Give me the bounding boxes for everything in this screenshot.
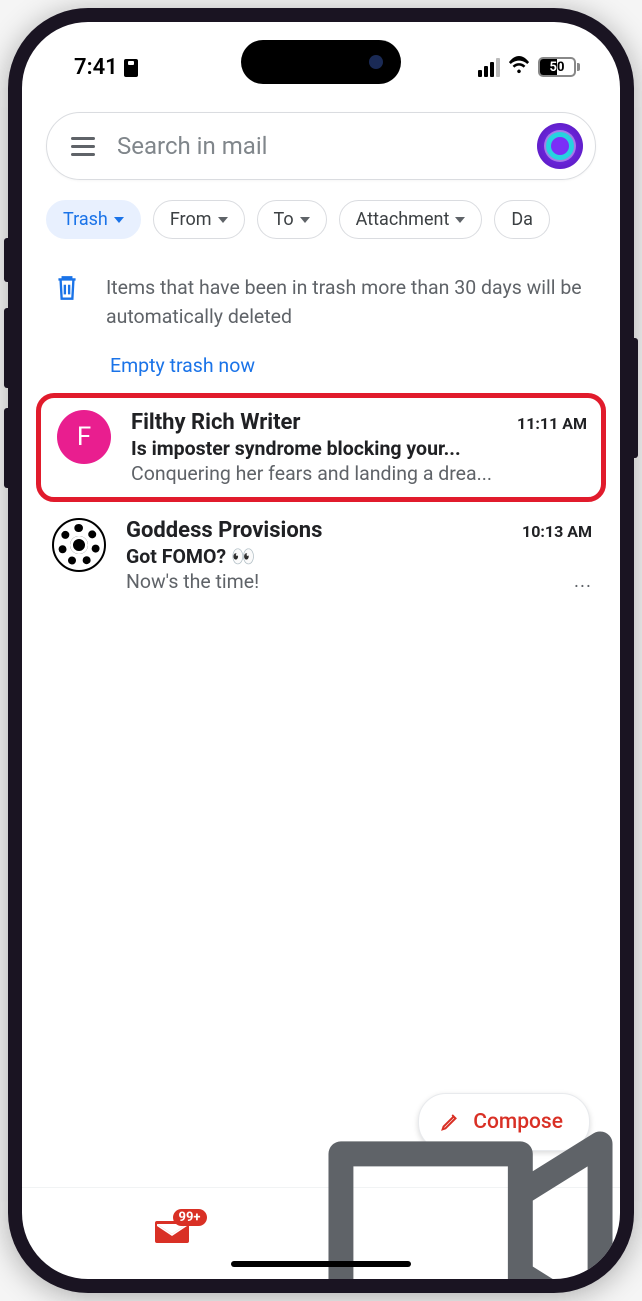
email-row[interactable]: Goddess Provisions 10:13 AM Got FOMO? 👀 … bbox=[22, 504, 620, 607]
email-sender: Goddess Provisions bbox=[126, 518, 322, 543]
unread-badge: 99+ bbox=[173, 1209, 207, 1226]
trash-icon bbox=[54, 273, 80, 303]
screen: 7:41 50 Search in mail bbox=[22, 22, 620, 1279]
wifi-icon bbox=[508, 54, 530, 80]
more-icon[interactable]: ... bbox=[574, 569, 592, 592]
chip-to[interactable]: To bbox=[257, 200, 327, 239]
empty-trash-link[interactable]: Empty trash now bbox=[22, 340, 620, 391]
mail-icon: 99+ bbox=[155, 1219, 189, 1249]
notice-text: Items that have been in trash more than … bbox=[106, 273, 592, 332]
side-button bbox=[4, 408, 8, 488]
status-time: 7:41 bbox=[74, 55, 118, 80]
side-button bbox=[4, 238, 8, 282]
email-time: 11:11 AM bbox=[517, 414, 587, 433]
sim-icon bbox=[124, 59, 138, 77]
email-list: F Filthy Rich Writer 11:11 AM Is imposte… bbox=[22, 391, 620, 1188]
side-button bbox=[4, 308, 8, 388]
battery-icon: 50 bbox=[538, 57, 580, 77]
chip-date[interactable]: Da bbox=[494, 200, 550, 239]
email-sender: Filthy Rich Writer bbox=[131, 410, 300, 435]
meet-icon bbox=[321, 1114, 620, 1279]
chip-trash[interactable]: Trash bbox=[46, 200, 141, 239]
email-subject: Is imposter syndrome blocking your... bbox=[131, 437, 587, 460]
email-time: 10:13 AM bbox=[522, 522, 592, 541]
chip-from[interactable]: From bbox=[153, 200, 245, 239]
side-button bbox=[634, 338, 638, 458]
trash-notice: Items that have been in trash more than … bbox=[22, 257, 620, 340]
signal-icon bbox=[478, 58, 500, 77]
phone-frame: 7:41 50 Search in mail bbox=[8, 8, 634, 1293]
search-bar[interactable]: Search in mail bbox=[46, 112, 596, 180]
avatar[interactable] bbox=[537, 123, 583, 169]
home-indicator[interactable] bbox=[231, 1261, 411, 1267]
sender-avatar bbox=[52, 518, 106, 572]
search-input[interactable]: Search in mail bbox=[117, 132, 515, 160]
chip-attachment[interactable]: Attachment bbox=[339, 200, 483, 239]
dynamic-island bbox=[241, 40, 401, 84]
sender-avatar: F bbox=[57, 410, 111, 464]
email-preview: Conquering her fears and landing a drea.… bbox=[131, 462, 587, 485]
filter-chips: Trash From To Attachment Da bbox=[22, 180, 620, 257]
email-row[interactable]: F Filthy Rich Writer 11:11 AM Is imposte… bbox=[36, 393, 606, 502]
email-subject: Got FOMO? 👀 bbox=[126, 545, 592, 568]
email-preview: Now's the time! bbox=[126, 570, 562, 593]
menu-icon[interactable] bbox=[71, 137, 95, 156]
